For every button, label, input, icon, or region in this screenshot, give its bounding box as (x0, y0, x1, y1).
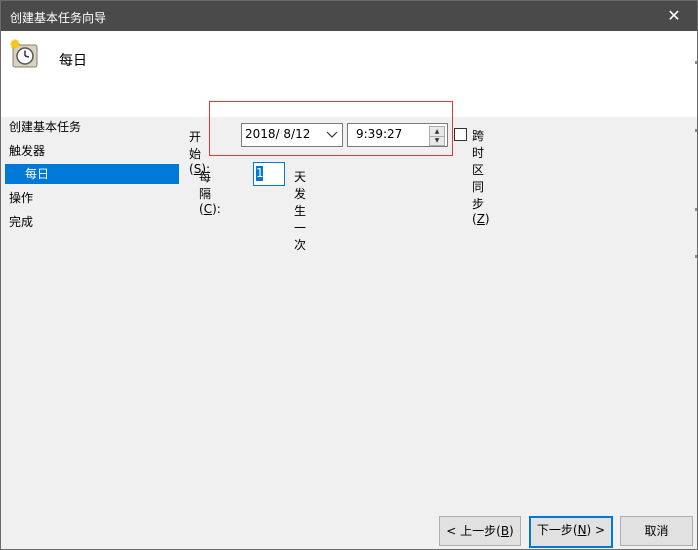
nav-step-label: 完成 (9, 215, 34, 229)
nav-step-finish: 完成 (9, 212, 33, 232)
page-title: 每日 (59, 53, 87, 69)
window-title: 创建基本任务向导 (10, 11, 107, 25)
recur-days-input[interactable]: 1 (253, 162, 285, 186)
highlight-box (209, 101, 453, 156)
next-button[interactable]: 下一步(N) > (529, 516, 613, 548)
recur-days-value: 1 (256, 166, 264, 181)
window-edge-mark (695, 129, 697, 132)
nav-step-create-task: 创建基本任务 (9, 117, 81, 137)
nav-step-label: 创建基本任务 (9, 120, 82, 134)
window-edge-mark (695, 61, 697, 64)
wizard-window: 创建基本任务向导 ✕ 每日 创建基本任务 触发器 每日 操作 完成 开始(S):… (0, 0, 698, 550)
window-edge-mark (695, 255, 697, 258)
nav-step-trigger: 触发器 (9, 141, 45, 161)
cancel-button[interactable]: 取消 (620, 516, 693, 546)
nav-step-label: 触发器 (9, 144, 46, 158)
nav-step-label: 每日 (25, 167, 50, 181)
window-edge-mark (695, 208, 697, 211)
sync-timezone-label[interactable]: 跨时区同步(Z) (472, 127, 490, 226)
recur-label: 每隔(C): (199, 170, 221, 216)
title-bar[interactable]: 创建基本任务向导 ✕ (1, 1, 697, 31)
close-icon[interactable]: ✕ (651, 1, 697, 31)
nav-step-action: 操作 (9, 188, 33, 208)
nav-step-daily: 每日 (5, 164, 179, 184)
nav-step-label: 操作 (9, 191, 34, 205)
sync-timezone-checkbox[interactable] (454, 128, 467, 141)
recur-unit-text: 天发生一次 (294, 170, 307, 252)
back-button[interactable]: < 上一步(B) (439, 516, 521, 546)
clock-task-icon (10, 39, 38, 68)
